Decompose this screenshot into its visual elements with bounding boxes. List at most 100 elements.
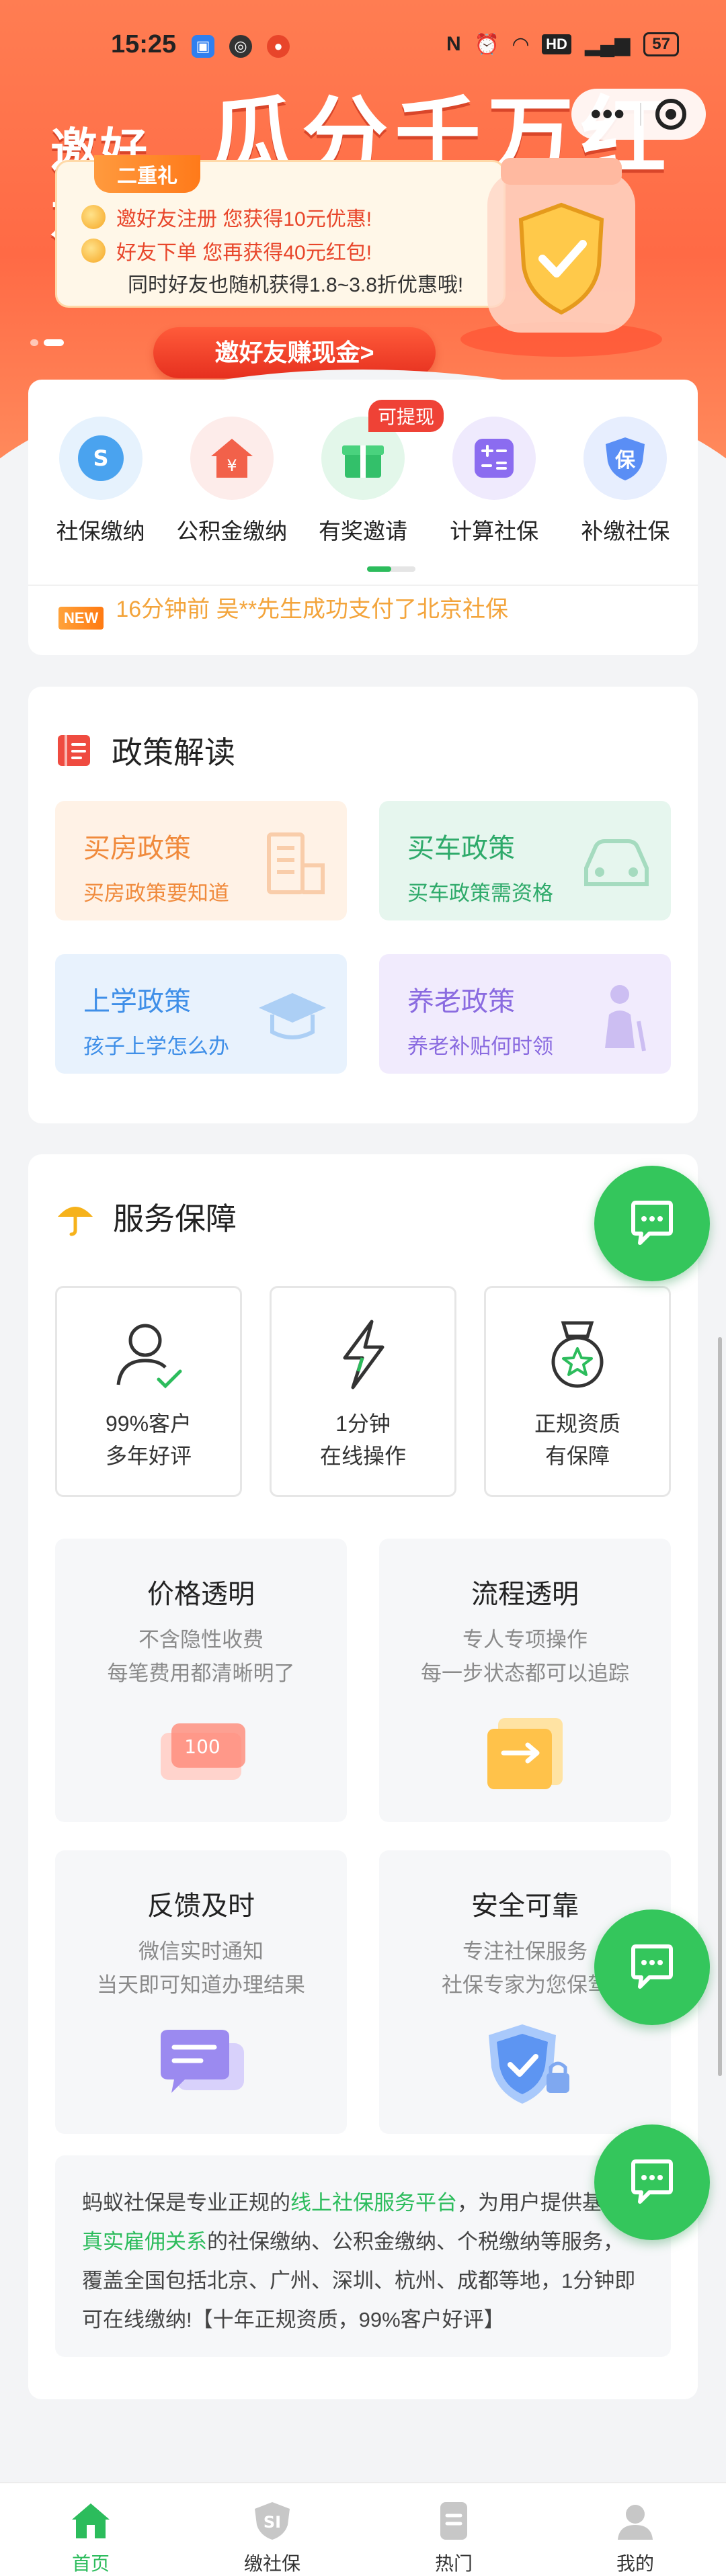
bottom-navigation: 首页 SI 缴社保 热门 我的 [0,2482,726,2576]
new-badge: NEW [58,607,104,630]
message-bubble-illustration [161,2030,244,2094]
elderly-person-icon [605,985,646,1051]
policy-section-header: 政策解读 [55,728,235,773]
tab-label: 热门 [434,2553,473,2574]
gift-line-2: 好友下单 您再获得40元红包! [81,236,372,265]
tab-home[interactable]: 首页 [24,2483,158,2576]
tab-profile[interactable]: 我的 [568,2483,702,2576]
more-menu-icon[interactable]: ••• [591,99,626,129]
chat-bubble-icon [631,2159,673,2204]
nfc-icon: N [446,33,461,55]
close-target-icon[interactable] [655,99,687,130]
home-icon [72,2503,110,2538]
social-security-icon: S [58,417,143,500]
about-text-1: 蚂蚁社保是专业正规的 [82,2191,290,2215]
promise-line-2: 每笔费用都清晰明了 [107,1661,295,1685]
tab-label: 首页 [71,2553,110,2574]
feature-label: 1分钟在线操作 [320,1408,406,1472]
wifi-icon: ◠ [513,33,529,56]
promise-line-1: 微信实时通知 [138,1940,264,1963]
chat-fab-button[interactable] [594,2124,710,2240]
quick-item-label: 公积金缴纳 [176,519,288,544]
graduation-cap-icon [259,993,326,1039]
quick-item-supplement[interactable]: 保 补缴社保 [565,417,686,546]
app-notification-icon: ▣ [192,35,214,58]
service-guarantee-section: 服务保障 99%客户 多年好评 1分钟 在线操作 正规资质 有保障 价格透明 不含隐性… [28,1154,698,2399]
mini-program-capsule: ••• [571,89,706,140]
feature-line-2: 有保障 [544,1444,610,1468]
policy-grid: 买房政策 买房政策要知道 买车政策 买车政策需资格 上学政策 孩子上学怎么办 养… [55,801,671,1074]
social-security-tab-icon: SI [255,2502,290,2540]
signal-icon: ▂▄▆ [584,33,631,56]
payment-ticker: NEW 16分钟前 吴**先生成功支付了北京社保 [58,588,508,630]
quick-item-invite-reward[interactable]: 可提现 有奖邀请 [302,400,444,546]
chat-fab-button[interactable] [594,1909,710,2025]
user-check-icon [116,1324,182,1389]
invite-earn-cash-button[interactable]: 邀好友赚现金> [153,327,436,378]
about-text-2: ，为用户提供基 [457,2191,603,2215]
medal-icon [551,1321,604,1388]
promise-desc: 不含隐性收费 每笔费用都清晰明了 [108,1623,295,1690]
building-icon [267,832,325,894]
quick-item-social-security[interactable]: S 社保缴纳 [40,417,161,546]
supplement-shield-icon: 保 [583,417,668,500]
promise-desc: 专人专项操作 每一步状态都可以追踪 [421,1623,629,1690]
policy-card-school[interactable]: 上学政策 孩子上学怎么办 [55,954,347,1074]
svg-text:¥: ¥ [227,456,237,475]
tab-hot[interactable]: 热门 [387,2483,521,2576]
profile-icon [618,2505,653,2540]
policy-section-title: 政策解读 [112,735,235,770]
promise-timely-feedback: 反馈及时 微信实时通知 当天即可知道办理结果 [55,1850,347,2134]
page-scrollbar[interactable] [718,1337,722,2076]
about-highlight-platform: 线上社保服务平台 [290,2191,457,2215]
chat-notification-icon: ◎ [229,35,252,58]
promise-desc: 专注社保服务 社保专家为您保驾 [442,1935,608,2002]
gift-line-2-text: 好友下单 您再获得40元红包! [116,242,372,264]
policy-card-pension[interactable]: 养老政策 养老补贴何时领 [379,954,671,1074]
svg-text:S: S [93,445,108,471]
quick-item-housing-fund[interactable]: ¥ 公积金缴纳 [171,417,292,546]
car-icon [584,839,649,886]
chat-bubble-icon [631,1944,673,1989]
promise-title: 价格透明 [147,1580,255,1609]
feature-good-reviews: 99%客户 多年好评 [55,1286,242,1497]
promise-line-1: 专注社保服务 [462,1940,588,1963]
carousel-dot-active [44,339,64,346]
quick-item-label: 补缴社保 [581,519,670,544]
lightning-icon [343,1320,385,1389]
ticker-divider [28,585,698,586]
gift-line-1: 邀好友注册 您获得10元优惠! [81,202,372,232]
policy-card-housing[interactable]: 买房政策 买房政策要知道 [55,801,347,920]
feature-line-2: 在线操作 [319,1444,406,1468]
gift-line-3: 同时好友也随机获得1.8~3.8折优惠哦! [128,274,464,296]
feature-line-1: 正规资质 [534,1412,620,1436]
carousel-dots [30,339,64,346]
chat-fab-button[interactable] [594,1166,710,1281]
promise-title: 流程透明 [471,1580,579,1609]
feature-qualified: 正规资质 有保障 [484,1286,671,1497]
withdrawable-badge: 可提现 [368,400,444,432]
tab-social-security[interactable]: SI 缴社保 [205,2483,339,2576]
hot-icon [440,2502,467,2540]
quick-services-list: S 社保缴纳 ¥ 公积金缴纳 可提现 有奖邀请 计算社保 保 补缴社保 [28,400,698,546]
capsule-divider [640,103,642,126]
tab-label: 缴社保 [243,2553,300,2574]
document-flow-illustration [487,1718,563,1790]
policy-card-car[interactable]: 买车政策 买车政策需资格 [379,801,671,920]
promise-line-2: 当天即可知道办理结果 [97,1973,305,1997]
quick-item-calculator[interactable]: 计算社保 [434,417,555,546]
shield-jar-illustration [460,158,662,357]
gift-line-1-text: 邀好友注册 您获得10元优惠! [116,208,372,230]
policy-book-icon [58,735,90,766]
quick-item-label: 有奖邀请 [318,519,407,544]
feature-line-1: 99%客户 [105,1412,192,1436]
promise-process-transparent: 流程透明 专人专项操作 每一步状态都可以追踪 [379,1539,671,1822]
quick-services-scroll-indicator [367,566,415,572]
status-indicators: N ⏰ ◠ HD ▂▄▆ 57 [446,32,679,56]
housing-fund-icon: ¥ [190,417,274,500]
about-paragraph: 蚂蚁社保是专业正规的线上社保服务平台，为用户提供基于真实雇佣关系的社保缴纳、公积… [55,2155,671,2357]
status-time: 15:25 [111,30,177,58]
feature-line-1: 1分钟 [335,1412,391,1436]
promise-line-2: 社保专家为您保驾 [442,1973,608,1997]
promise-line-2: 每一步状态都可以追踪 [421,1661,629,1685]
